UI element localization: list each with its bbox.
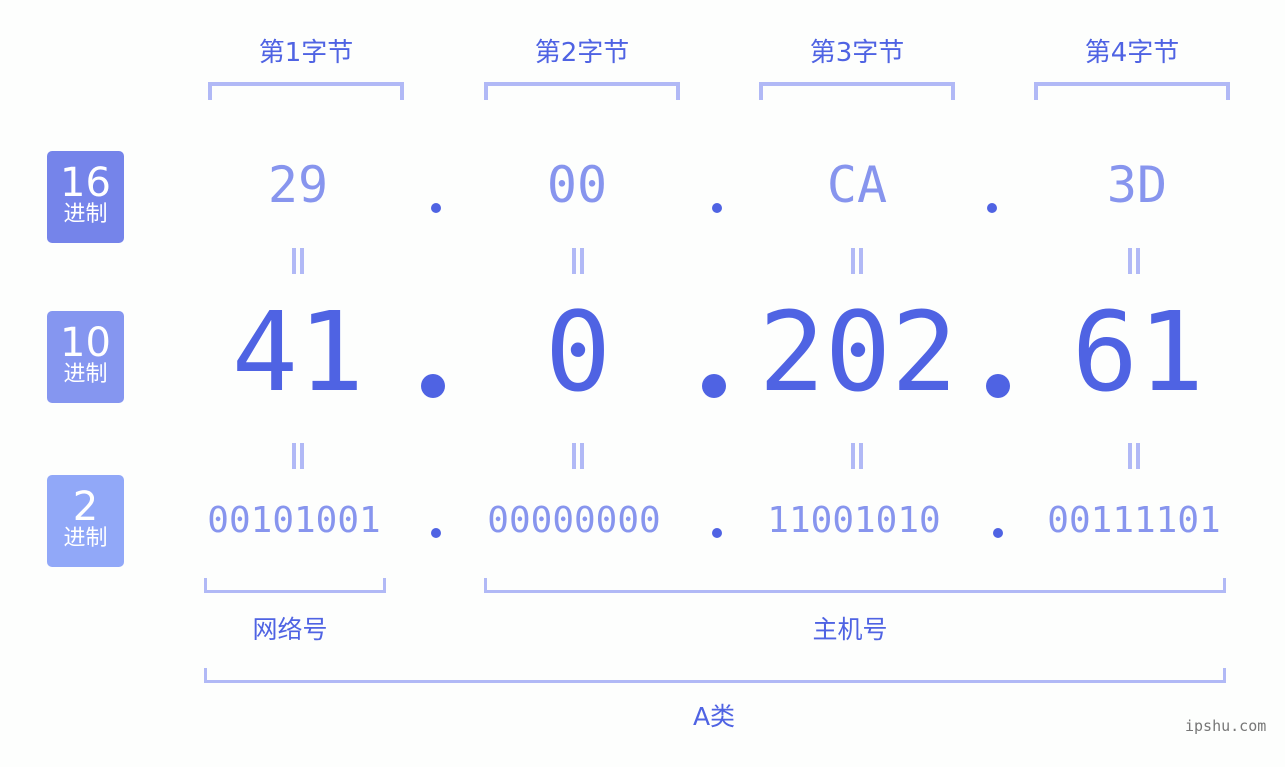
dec-byte-3: 202 — [758, 288, 958, 416]
hex-byte-1: 29 — [267, 156, 329, 214]
equals-icon — [572, 443, 584, 469]
hex-badge-number: 16 — [60, 160, 111, 206]
class-label: A类 — [692, 702, 736, 731]
hex-byte-3: CA — [826, 156, 888, 214]
bin-badge: 2 进制 — [47, 475, 124, 567]
bin-badge-text: 进制 — [63, 526, 108, 551]
bin-byte-3: 11001010 — [767, 500, 941, 541]
bin-byte-4: 00111101 — [1047, 500, 1221, 541]
dec-separator-dot — [421, 374, 445, 398]
byte-label-2: 第2字节 — [534, 38, 630, 68]
hex-separator-dot — [431, 203, 441, 213]
hex-separator-dot — [987, 203, 997, 213]
bin-byte-1: 00101001 — [207, 500, 381, 541]
hex-byte-4: 3D — [1106, 156, 1168, 214]
equals-icon — [572, 248, 584, 274]
dec-separator-dot — [702, 374, 726, 398]
network-label: 网络号 — [252, 615, 328, 644]
hex-byte-2: 00 — [546, 156, 608, 214]
hex-badge-text: 进制 — [63, 202, 108, 227]
host-bracket — [484, 578, 1226, 593]
byte-bracket-4 — [1034, 82, 1230, 100]
class-bracket — [204, 668, 1226, 683]
equals-icon — [851, 248, 863, 274]
network-bracket — [204, 578, 386, 593]
byte-bracket-3 — [759, 82, 955, 100]
dec-byte-1: 41 — [231, 288, 365, 416]
dec-separator-dot — [986, 374, 1010, 398]
equals-icon — [1128, 248, 1140, 274]
bin-byte-2: 00000000 — [487, 500, 661, 541]
hex-badge: 16 进制 — [47, 151, 124, 243]
dec-badge-number: 10 — [60, 320, 111, 366]
dec-byte-4: 61 — [1071, 288, 1205, 416]
byte-label-4: 第4字节 — [1084, 38, 1180, 68]
bin-separator-dot — [712, 528, 722, 538]
bin-separator-dot — [993, 528, 1003, 538]
equals-icon — [292, 248, 304, 274]
byte-bracket-1 — [208, 82, 404, 100]
byte-bracket-2 — [484, 82, 680, 100]
dec-byte-2: 0 — [544, 288, 612, 416]
equals-icon — [851, 443, 863, 469]
bin-separator-dot — [431, 528, 441, 538]
hex-separator-dot — [712, 203, 722, 213]
equals-icon — [1128, 443, 1140, 469]
equals-icon — [292, 443, 304, 469]
watermark: ipshu.com — [1185, 717, 1267, 735]
byte-label-3: 第3字节 — [809, 38, 905, 68]
dec-badge: 10 进制 — [47, 311, 124, 403]
bin-badge-number: 2 — [72, 484, 99, 530]
dec-badge-text: 进制 — [63, 362, 108, 387]
byte-label-1: 第1字节 — [258, 38, 354, 68]
host-label: 主机号 — [812, 615, 888, 644]
